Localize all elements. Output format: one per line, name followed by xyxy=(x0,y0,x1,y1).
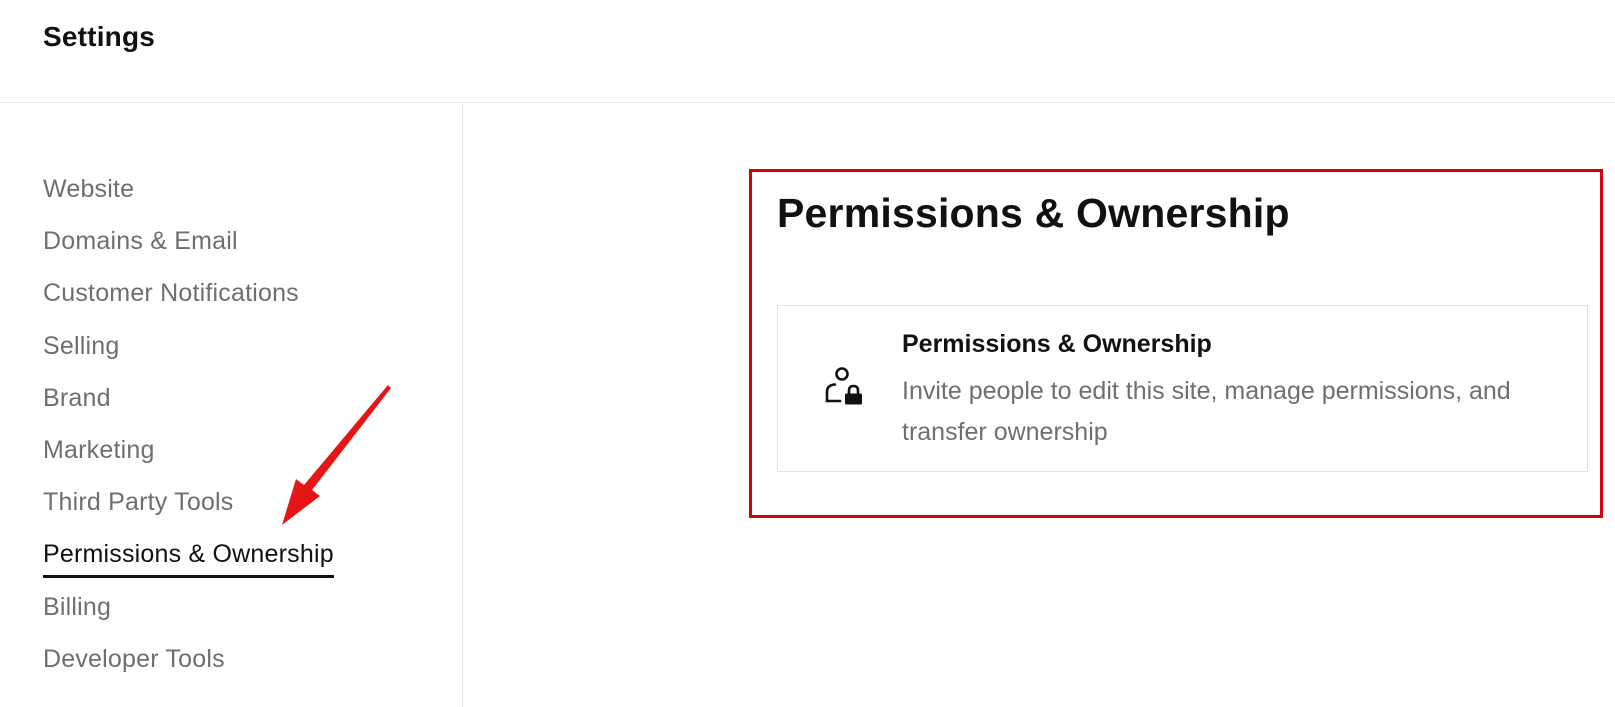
header-bar: Settings xyxy=(0,0,1615,103)
card-title: Permissions & Ownership xyxy=(902,330,1212,358)
page-title: Settings xyxy=(43,21,156,52)
section-title: Permissions & Ownership xyxy=(777,190,1290,236)
sidebar-item-permissions-ownership[interactable]: Permissions & Ownership xyxy=(43,539,334,578)
sidebar-item-website[interactable]: Website xyxy=(43,174,134,204)
annotation-arrow-icon xyxy=(282,385,391,525)
sidebar-item-brand[interactable]: Brand xyxy=(43,383,111,413)
sidebar-item-billing[interactable]: Billing xyxy=(43,592,111,622)
user-lock-icon xyxy=(825,367,862,405)
sidebar-item-selling[interactable]: Selling xyxy=(43,331,119,361)
permissions-ownership-card[interactable]: Permissions & Ownership Invite people to… xyxy=(777,305,1588,472)
sidebar-item-developer-tools[interactable]: Developer Tools xyxy=(43,644,225,674)
card-description: Invite people to edit this site, manage … xyxy=(902,377,1511,446)
sidebar-item-domains-email[interactable]: Domains & Email xyxy=(43,226,238,256)
sidebar-item-marketing[interactable]: Marketing xyxy=(43,435,155,465)
sidebar-item-third-party-tools[interactable]: Third Party Tools xyxy=(43,487,234,517)
sidebar-item-customer-notifications[interactable]: Customer Notifications xyxy=(43,278,299,308)
